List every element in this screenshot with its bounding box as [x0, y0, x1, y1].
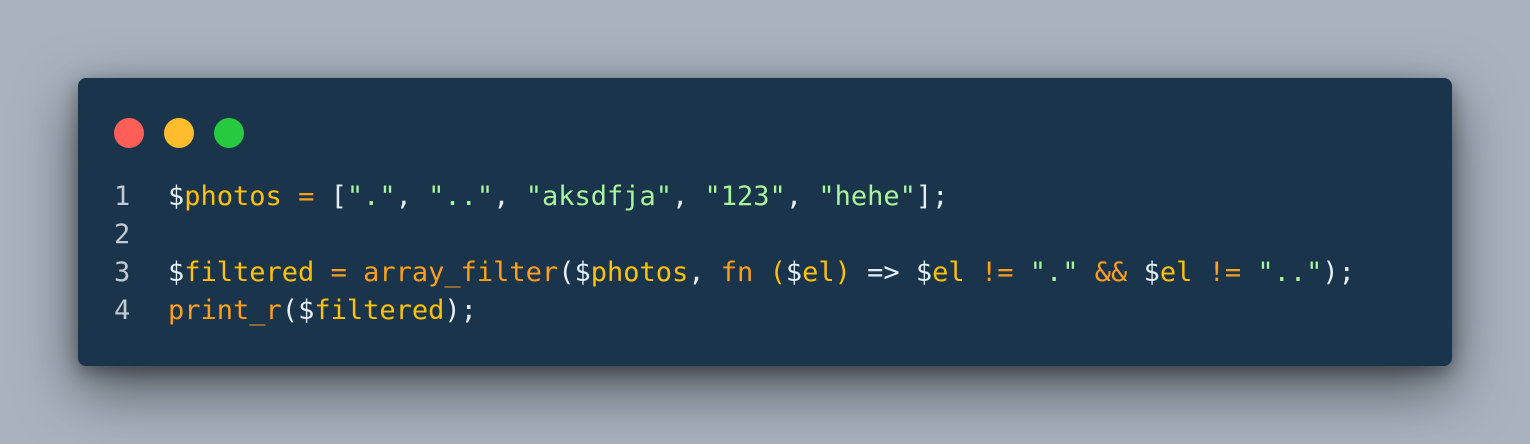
- code-token: !=: [980, 257, 1014, 288]
- code-token: filtered: [184, 257, 315, 288]
- code-line: 2: [106, 216, 1355, 254]
- code-window: 1 $photos = [".", "..", "aksdfja", "123",…: [78, 78, 1452, 366]
- line-content: $photos = [".", "..", "aksdfja", "123", …: [168, 178, 948, 216]
- code-token: [: [314, 181, 347, 212]
- code-token: "..": [1257, 257, 1323, 288]
- code-token: (: [558, 257, 575, 288]
- code-block: 1 $photos = [".", "..", "aksdfja", "123",…: [106, 178, 1355, 330]
- close-dot-icon[interactable]: [114, 118, 144, 148]
- code-line: 1 $photos = [".", "..", "aksdfja", "123",…: [106, 178, 1355, 216]
- code-token: $: [915, 257, 933, 288]
- window-controls: [114, 118, 244, 148]
- code-token: !=: [1208, 257, 1242, 288]
- code-token: &&: [1094, 257, 1128, 288]
- code-token: ,: [672, 181, 705, 212]
- code-token: "aksdfja": [525, 181, 673, 212]
- code-token: "hehe": [818, 181, 916, 212]
- code-token: );: [1322, 257, 1355, 288]
- code-token: array_filter: [363, 257, 559, 288]
- code-token: $: [168, 181, 185, 212]
- maximize-dot-icon[interactable]: [214, 118, 244, 148]
- code-token: photos: [184, 181, 282, 212]
- code-token: =>: [850, 257, 916, 288]
- line-content: $filtered = array_filter($photos, fn ($e…: [168, 254, 1355, 292]
- code-token: ".": [1029, 257, 1079, 288]
- code-token: ,: [688, 257, 721, 288]
- code-token: =: [330, 257, 347, 288]
- code-token: $: [298, 295, 315, 326]
- code-token: $: [574, 257, 591, 288]
- code-token: ,: [493, 181, 526, 212]
- line-number: 3: [114, 257, 131, 288]
- code-token: ,: [395, 181, 429, 212]
- code-token: el: [1159, 257, 1193, 288]
- code-token: $: [1143, 257, 1160, 288]
- code-token: el: [802, 257, 835, 288]
- code-token: );: [444, 295, 477, 326]
- code-token: ,: [785, 181, 819, 212]
- code-token: $: [168, 257, 185, 288]
- code-token: ".": [346, 181, 396, 212]
- line-number: 1: [114, 181, 131, 212]
- code-token: (: [769, 257, 786, 288]
- code-token: ];: [915, 181, 949, 212]
- line-content: print_r($filtered);: [168, 292, 477, 330]
- line-number: 2: [114, 219, 131, 250]
- code-token: ): [834, 257, 851, 288]
- code-token: print_r: [168, 295, 282, 326]
- code-token: (: [281, 295, 299, 326]
- line-number: 4: [114, 295, 131, 326]
- code-line: 3 $filtered = array_filter($photos, fn ($…: [106, 254, 1355, 292]
- code-token: =: [298, 181, 315, 212]
- code-token: filtered: [314, 295, 445, 326]
- code-token: photos: [590, 257, 689, 288]
- code-token: "..": [428, 181, 494, 212]
- minimize-dot-icon[interactable]: [164, 118, 194, 148]
- code-token: fn: [720, 257, 754, 288]
- code-line: 4 print_r($filtered);: [106, 292, 1355, 330]
- code-token: "123": [704, 181, 786, 212]
- code-token: $: [785, 257, 803, 288]
- code-token: el: [932, 257, 965, 288]
